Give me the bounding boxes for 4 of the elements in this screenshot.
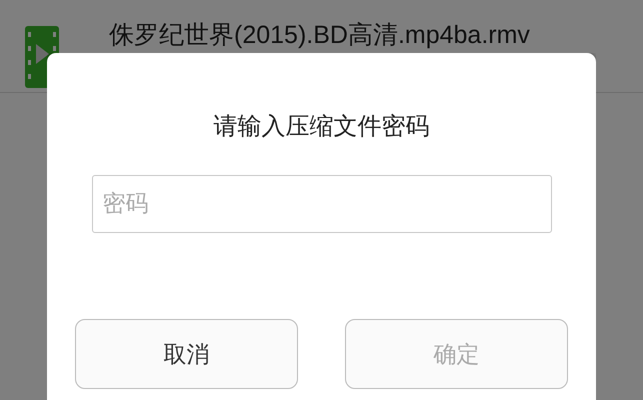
cancel-button[interactable]: 取消 (75, 319, 298, 389)
file-name[interactable]: 侏罗纪世界(2015).BD高清.mp4ba.rmv (109, 20, 530, 50)
dialog-title: 请输入压缩文件密码 (214, 111, 430, 141)
password-field[interactable]: 密码 (92, 175, 552, 233)
